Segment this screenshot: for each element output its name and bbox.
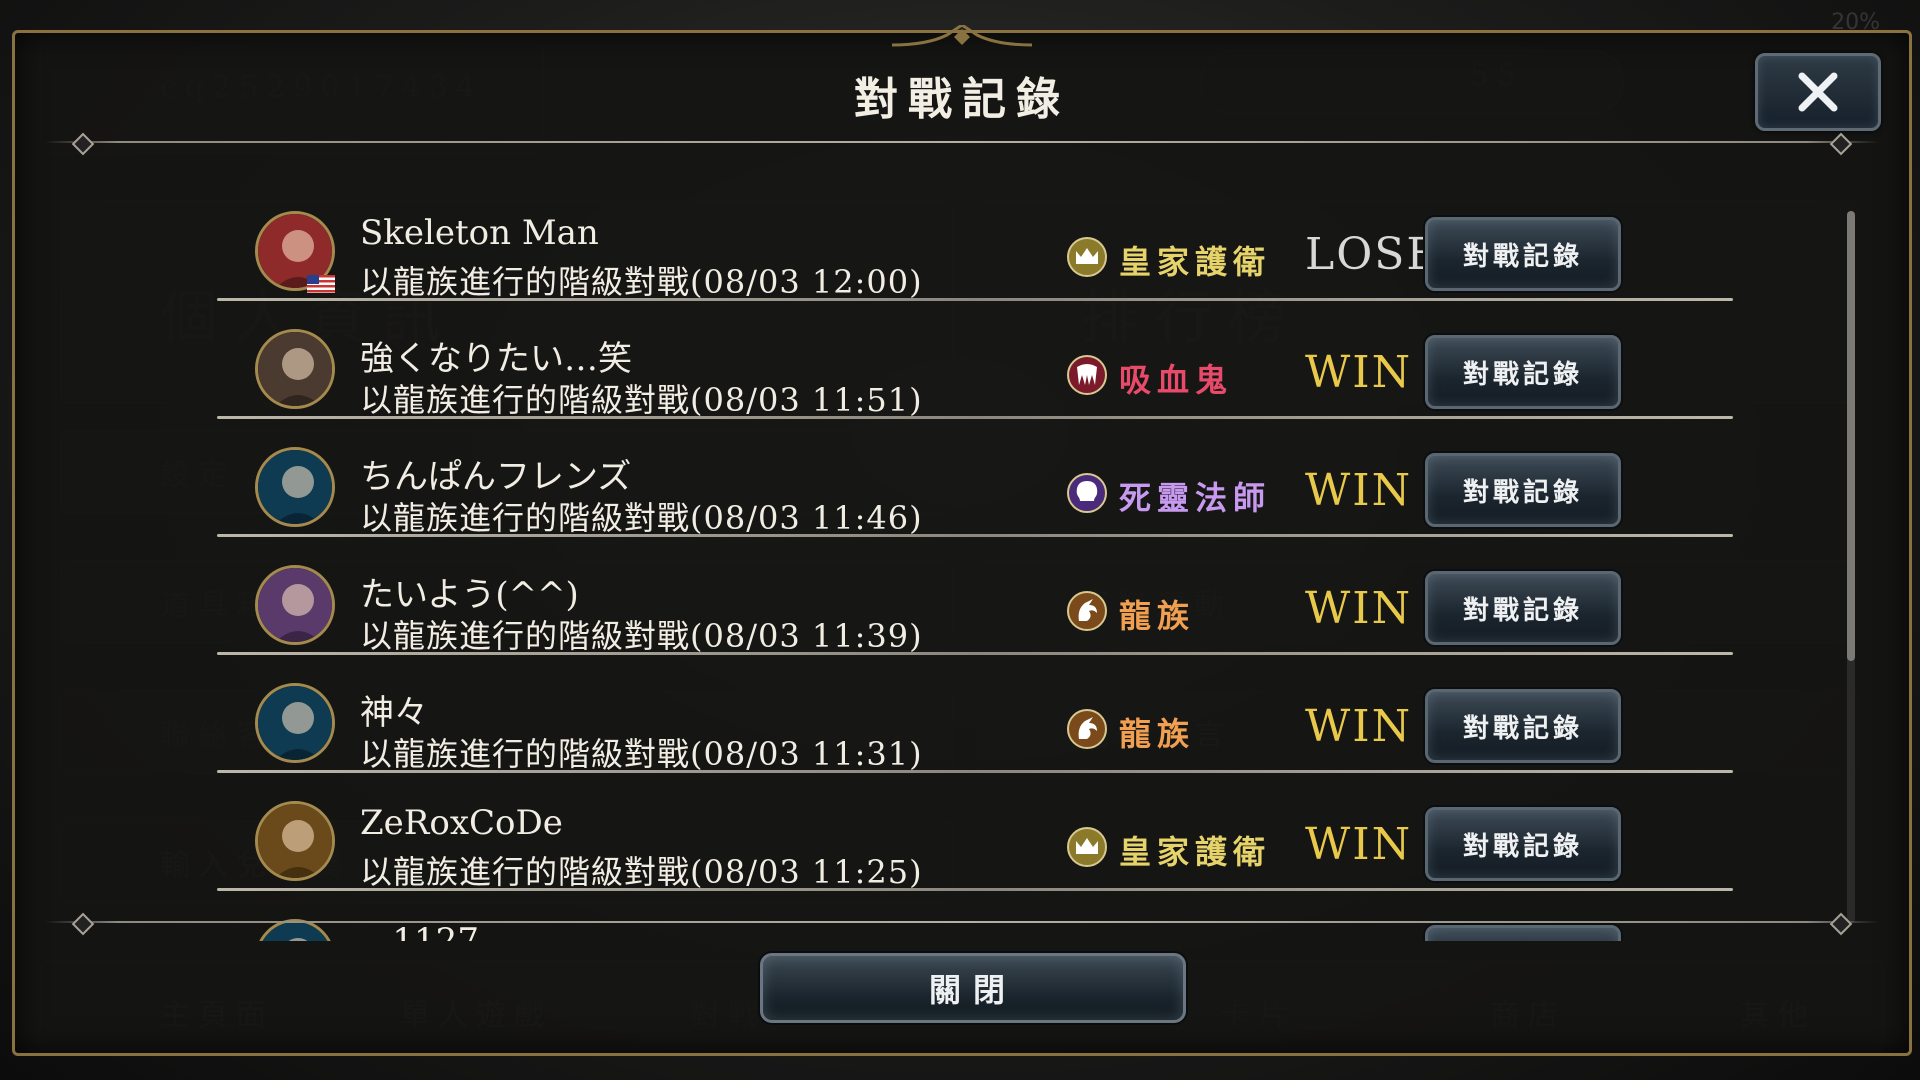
view-record-button[interactable]: 對戰記錄 — [1425, 807, 1621, 881]
opponent-class: 皇家護衛 — [1119, 243, 1272, 281]
battle-record-dialog: 對戰記錄 Skeleton Man 以龍族進行的階級對戰(08/03 12:00… — [12, 25, 1912, 1056]
view-record-button[interactable]: 對戰記錄 — [1425, 217, 1621, 291]
avatar-image — [258, 568, 332, 642]
close-icon — [1798, 72, 1838, 112]
scrollbar-thumb[interactable] — [1847, 211, 1855, 661]
avatar-image — [258, 804, 332, 878]
record-row-2: 強くなりたい…笑 以龍族進行的階級對戰(08/03 11:51) 吸血鬼 WIN… — [205, 301, 1745, 419]
record-row-5: 神々 以龍族進行的階級對戰(08/03 11:31) 龍族 WIN 對戰記錄 — [205, 655, 1745, 773]
view-record-button[interactable]: 對戰記錄 — [1425, 453, 1621, 527]
footer-divider — [45, 921, 1879, 923]
player-name: Skeleton Man — [360, 213, 599, 253]
fang-icon — [1065, 353, 1109, 397]
view-record-button[interactable]: 對戰記錄 — [1425, 571, 1621, 645]
header-divider — [45, 141, 1879, 143]
avatar-image — [258, 332, 332, 406]
match-result: LOSE — [1305, 229, 1441, 280]
player-avatar — [255, 329, 335, 409]
match-result: WIN — [1305, 583, 1413, 634]
player-avatar — [255, 565, 335, 645]
match-description: 以龍族進行的階級對戰(08/03 11:39) — [360, 617, 923, 655]
view-record-button[interactable]: 對戰記錄 — [1425, 335, 1621, 409]
player-avatar — [255, 801, 335, 881]
opponent-class: 龍族 — [1119, 715, 1196, 753]
match-result: WIN — [1305, 465, 1413, 516]
match-description: 以龍族進行的階級對戰(08/03 12:00) — [360, 263, 923, 301]
top-ornament-icon — [892, 25, 1032, 47]
view-record-button[interactable]: 對戰記錄 — [1425, 925, 1621, 941]
match-description: 以龍族進行的階級對戰(08/03 11:51) — [360, 381, 923, 419]
skull-icon — [1065, 471, 1109, 515]
player-name: たいよう(^^) — [360, 575, 579, 615]
match-result: WIN — [1305, 347, 1413, 398]
match-description: 以龍族進行的階級對戰(08/03 11:46) — [360, 499, 923, 537]
us-flag-icon — [307, 275, 335, 293]
opponent-class: 吸血鬼 — [1119, 361, 1234, 399]
avatar-image — [258, 686, 332, 760]
match-result: WIN — [1305, 819, 1413, 870]
match-description: 以龍族進行的階級對戰(08/03 11:31) — [360, 735, 923, 773]
opponent-class: 死靈法師 — [1119, 479, 1272, 517]
player-name: ZeRoxCoDe — [360, 803, 563, 843]
record-row-3: ちんぱんフレンズ 以龍族進行的階級對戰(08/03 11:46) 死靈法師 WI… — [205, 419, 1745, 537]
player-name: ちんぱんフレンズ — [360, 457, 632, 497]
close-x-button[interactable] — [1755, 53, 1881, 131]
player-name: 強くなりたい…笑 — [360, 339, 632, 379]
match-description: 以龍族進行的階級對戰(08/03 11:25) — [360, 853, 923, 891]
player-name: ...1127 — [360, 921, 479, 941]
player-name: 神々 — [360, 693, 428, 733]
avatar-image — [258, 922, 332, 941]
player-avatar — [255, 683, 335, 763]
record-row-1: Skeleton Man 以龍族進行的階級對戰(08/03 12:00) 皇家護… — [205, 183, 1745, 301]
opponent-class: 龍族 — [1119, 597, 1196, 635]
view-record-button[interactable]: 對戰記錄 — [1425, 689, 1621, 763]
match-result: WIN — [1305, 701, 1413, 752]
dragon-icon — [1065, 589, 1109, 633]
record-row-7: ...1127 對戰記錄 — [205, 891, 1745, 941]
record-row-4: たいよう(^^) 以龍族進行的階級對戰(08/03 11:39) 龍族 WIN … — [205, 537, 1745, 655]
close-button[interactable]: 關閉 — [760, 953, 1186, 1023]
avatar-image — [258, 450, 332, 524]
dialog-title: 對戰記錄 — [854, 74, 1070, 125]
record-list[interactable]: Skeleton Man 以龍族進行的階級對戰(08/03 12:00) 皇家護… — [205, 183, 1745, 941]
opponent-class: 皇家護衛 — [1119, 833, 1272, 871]
crown-icon — [1065, 825, 1109, 869]
record-row-6: ZeRoxCoDe 以龍族進行的階級對戰(08/03 11:25) 皇家護衛 W… — [205, 773, 1745, 891]
crown-icon — [1065, 235, 1109, 279]
dragon-icon — [1065, 707, 1109, 751]
scrollbar[interactable] — [1847, 211, 1855, 923]
player-avatar — [255, 447, 335, 527]
